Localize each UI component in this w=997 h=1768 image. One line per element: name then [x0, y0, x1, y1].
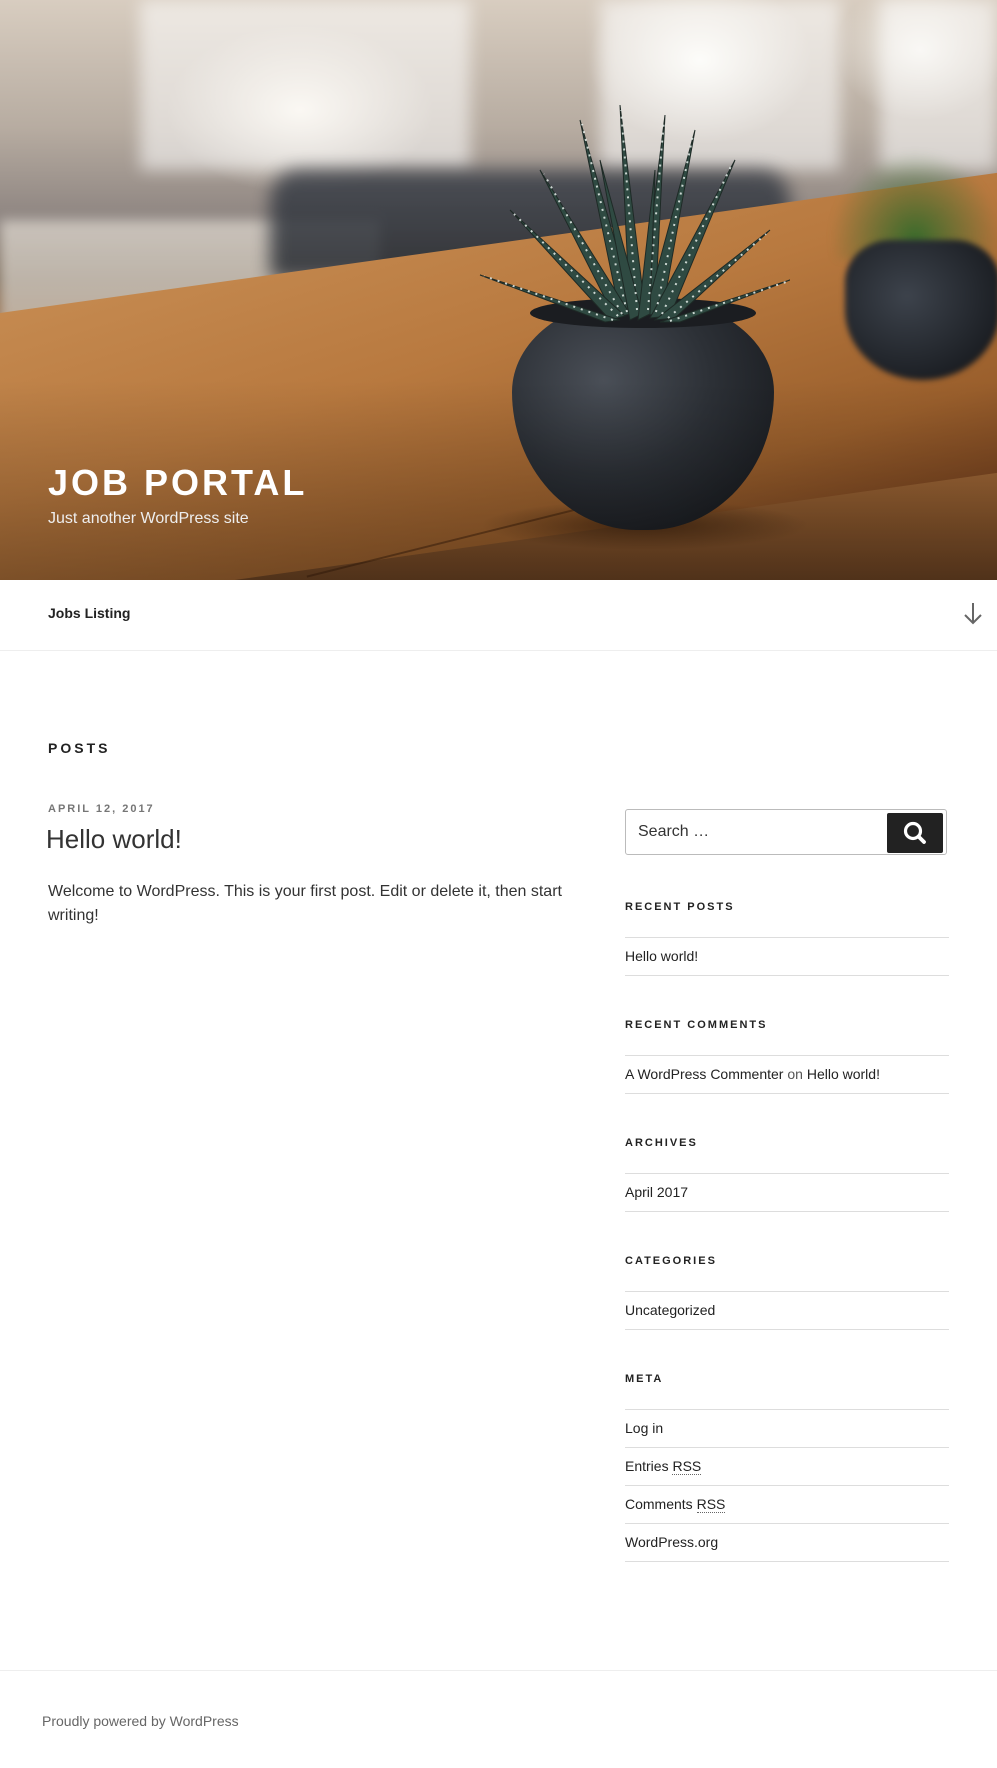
categories-list: Uncategorized — [625, 1291, 949, 1330]
comment-connector: on — [787, 1066, 803, 1082]
meta-comments-label: Comments — [625, 1496, 693, 1512]
list-item: Entries RSS — [625, 1448, 949, 1486]
widget-title-recent-comments: Recent Comments — [625, 1019, 768, 1031]
rss-abbr: RSS — [696, 1496, 726, 1513]
meta-wordpress-org-link[interactable]: WordPress.org — [625, 1534, 718, 1550]
main-navigation: Jobs Listing — [0, 580, 997, 651]
site-footer: Proudly powered by WordPress — [0, 1670, 997, 1768]
category-link[interactable]: Uncategorized — [625, 1302, 715, 1318]
list-item: April 2017 — [625, 1174, 949, 1212]
background-window — [140, 0, 470, 170]
header-image: Job Portal Just another WordPress site — [0, 0, 997, 580]
arrow-down-icon-graphic — [964, 603, 982, 625]
post-date[interactable]: April 12, 2017 — [48, 803, 155, 815]
recent-comments-list: A WordPress Commenter on Hello world! — [625, 1055, 949, 1094]
arrow-down-icon[interactable] — [961, 600, 985, 628]
widget-title-meta: Meta — [625, 1373, 664, 1385]
site-title[interactable]: Job Portal — [48, 462, 307, 504]
list-item: Comments RSS — [625, 1486, 949, 1524]
recent-post-link[interactable]: Hello world! — [625, 948, 698, 964]
nav-item-jobs-listing[interactable]: Jobs Listing — [48, 605, 130, 621]
search-button[interactable] — [887, 813, 943, 853]
post-title: Hello world! — [46, 824, 182, 855]
widget-title-recent-posts: Recent Posts — [625, 901, 735, 913]
widget-title-categories: Categories — [625, 1255, 717, 1267]
site-tagline: Just another WordPress site — [48, 510, 249, 527]
background-window — [880, 0, 997, 170]
rss-abbr: RSS — [672, 1458, 702, 1475]
comment-post-link[interactable]: Hello world! — [807, 1066, 880, 1082]
meta-list: Log in Entries RSS Comments RSS WordPres… — [625, 1409, 949, 1562]
search-icon — [903, 821, 926, 844]
list-item: A WordPress Commenter on Hello world! — [625, 1056, 949, 1094]
list-item: Hello world! — [625, 938, 949, 976]
page-title: Posts — [48, 740, 111, 756]
background-pot — [845, 240, 997, 380]
meta-entries-rss-link[interactable]: Entries RSS — [625, 1458, 702, 1475]
meta-comments-rss-link[interactable]: Comments RSS — [625, 1496, 726, 1513]
widget-title-archives: Archives — [625, 1137, 698, 1149]
archives-list: April 2017 — [625, 1173, 949, 1212]
search-form — [625, 809, 947, 855]
post-excerpt: Welcome to WordPress. This is your first… — [48, 883, 562, 924]
meta-login-link[interactable]: Log in — [625, 1420, 663, 1436]
archive-link[interactable]: April 2017 — [625, 1184, 688, 1200]
search-input[interactable] — [626, 810, 900, 854]
powered-by-link[interactable]: Proudly powered by WordPress — [42, 1713, 239, 1729]
comment-author-link[interactable]: A WordPress Commenter — [625, 1066, 783, 1082]
list-item: Uncategorized — [625, 1292, 949, 1330]
list-item: Log in — [625, 1410, 949, 1448]
meta-entries-label: Entries — [625, 1458, 669, 1474]
post-title-link[interactable]: Hello world! — [46, 824, 182, 854]
recent-posts-list: Hello world! — [625, 937, 949, 976]
succulent-plant — [479, 104, 790, 323]
list-item: WordPress.org — [625, 1524, 949, 1562]
